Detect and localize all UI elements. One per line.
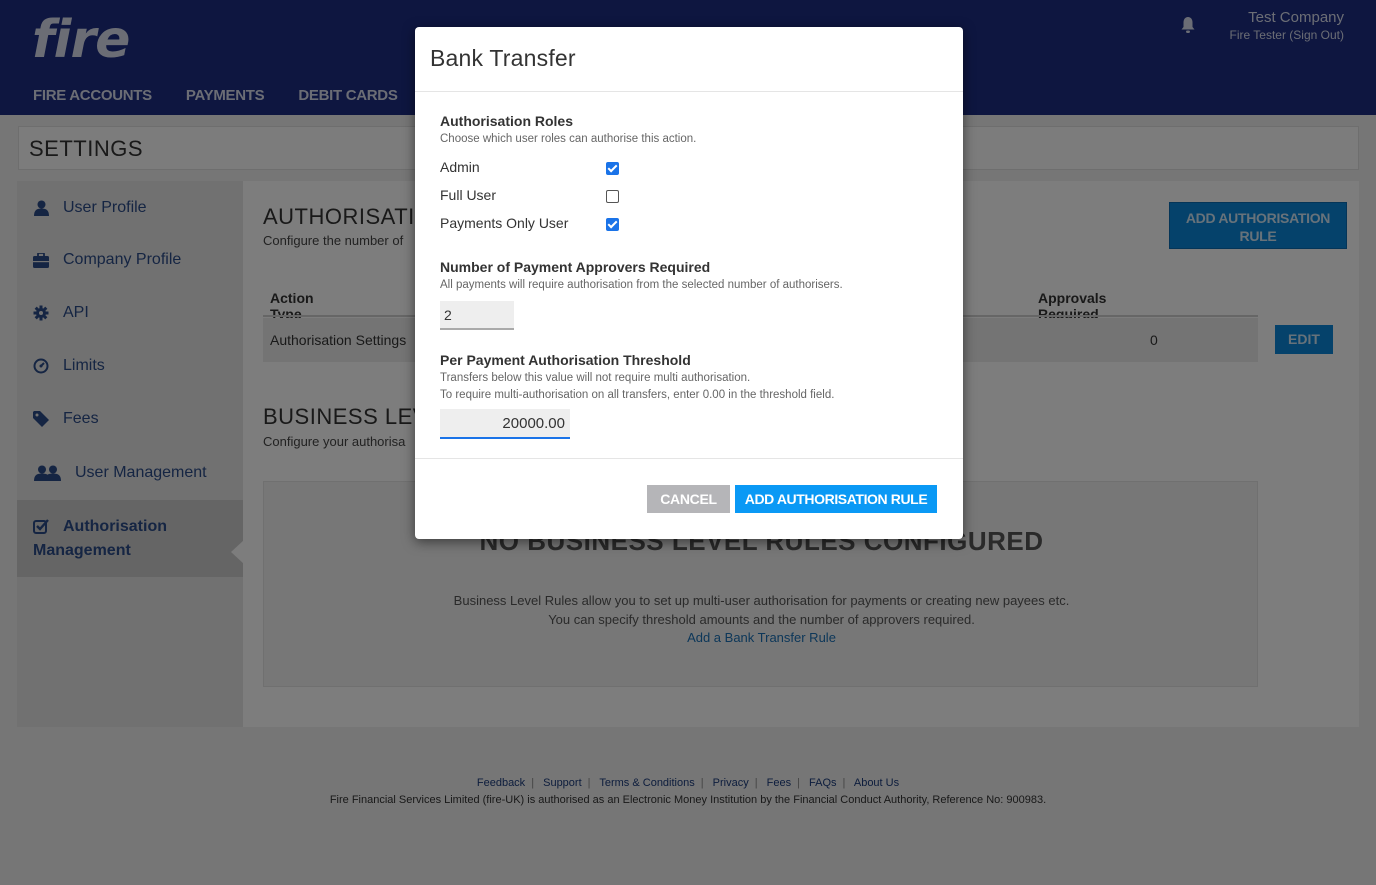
roles-help: Choose which user roles can authorise th…	[440, 133, 697, 145]
role-label-admin: Admin	[440, 159, 480, 175]
submit-authorisation-rule-button[interactable]: ADD AUTHORISATION RULE	[735, 485, 937, 513]
approvers-count-input[interactable]	[440, 301, 514, 330]
role-label-payments-only: Payments Only User	[440, 215, 569, 231]
role-label-full-user: Full User	[440, 187, 497, 203]
divider	[415, 458, 963, 459]
bank-transfer-modal: Bank Transfer Authorisation Roles Choose…	[415, 27, 963, 539]
threshold-help: To require multi-authorisation on all tr…	[440, 389, 835, 401]
threshold-help: Transfers below this value will not requ…	[440, 372, 751, 384]
full-user-checkbox[interactable]	[606, 190, 619, 203]
cancel-button[interactable]: CANCEL	[647, 485, 730, 513]
modal-title: Bank Transfer	[430, 45, 576, 71]
threshold-input[interactable]	[440, 409, 570, 439]
admin-checkbox[interactable]	[606, 162, 619, 175]
divider	[415, 91, 963, 92]
roles-label: Authorisation Roles	[440, 113, 574, 129]
approvers-help: All payments will require authorisation …	[440, 279, 843, 291]
approvers-label: Number of Payment Approvers Required	[440, 259, 711, 275]
payments-only-user-checkbox[interactable]	[606, 218, 619, 231]
threshold-label: Per Payment Authorisation Threshold	[440, 352, 691, 368]
